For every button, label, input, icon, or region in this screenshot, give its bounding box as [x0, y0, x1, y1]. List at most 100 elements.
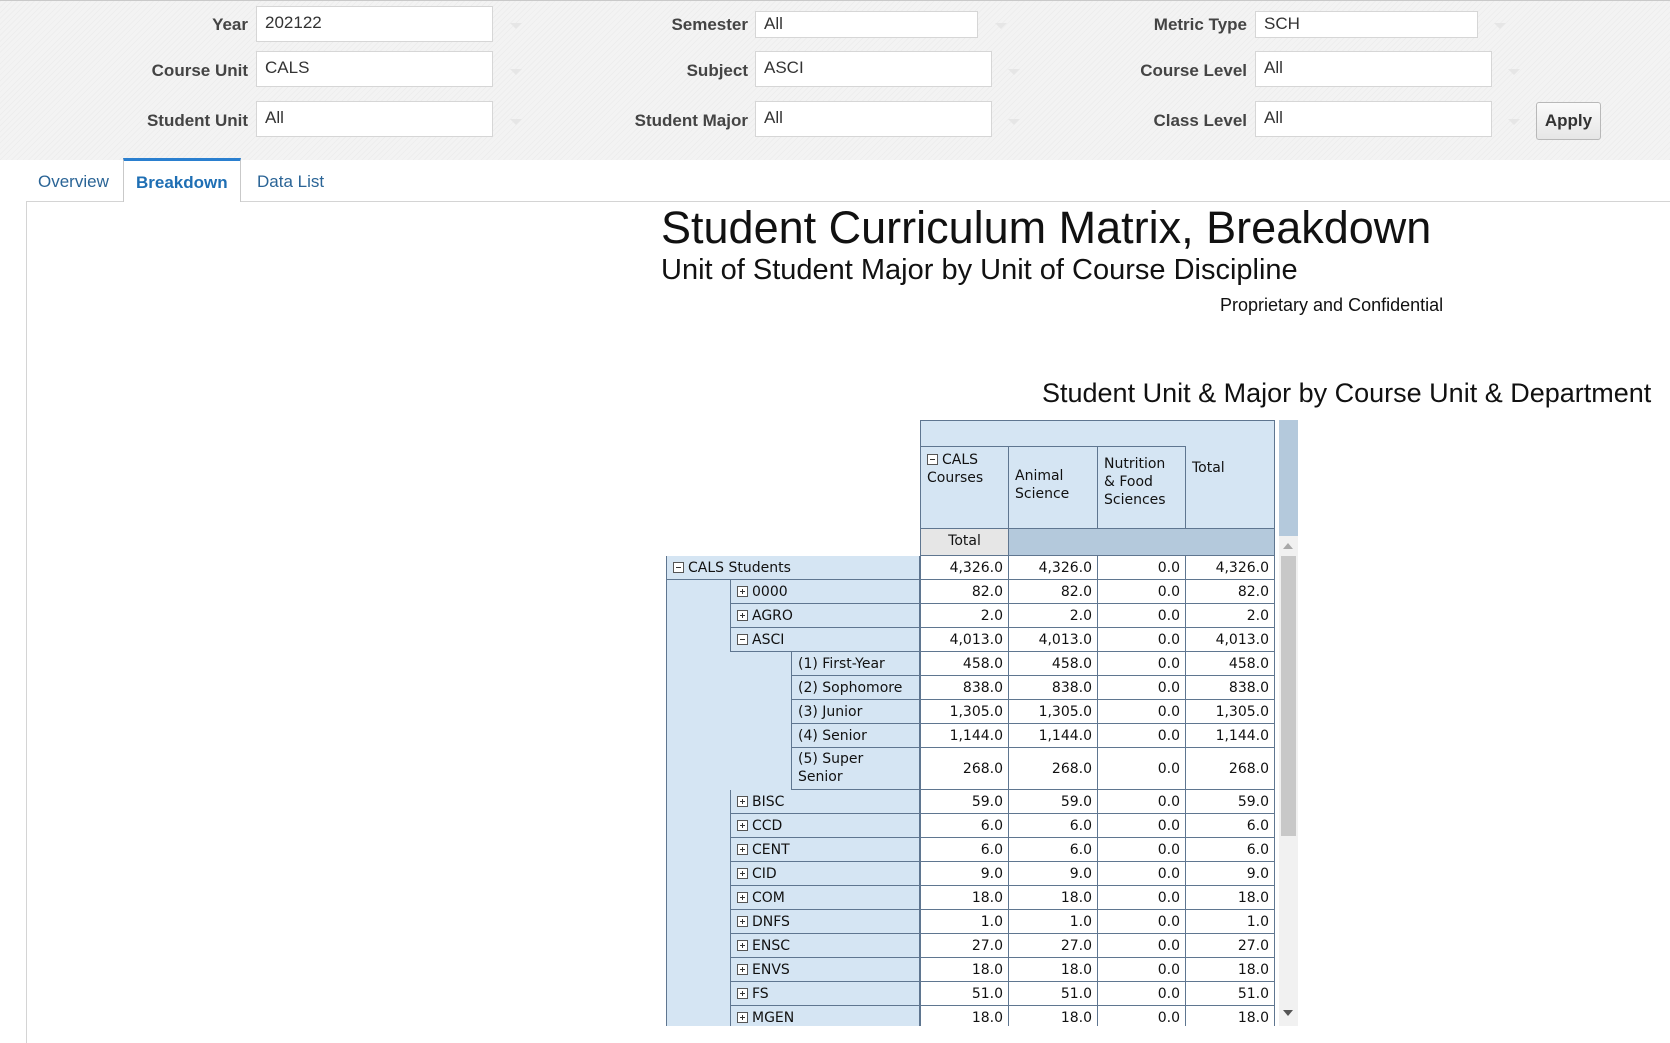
tab-breakdown[interactable]: Breakdown [123, 158, 241, 202]
row-indent [666, 580, 730, 604]
col-header-total: Total [1186, 420, 1275, 529]
year-label: Year [212, 15, 248, 34]
metric-type-label: Metric Type [1153, 15, 1247, 34]
row-label-text: (5) Super Senior [798, 751, 864, 785]
pivot-cell: 0.0 [1098, 814, 1186, 838]
pivot-row-label[interactable]: DNFS [730, 910, 920, 934]
pivot-cell: 4,326.0 [920, 556, 1009, 580]
row-label-text: MGEN [752, 1010, 795, 1026]
pivot-cell: 18.0 [1009, 1006, 1098, 1026]
course-unit-dropdown-icon[interactable] [510, 69, 522, 75]
class-level-field[interactable]: All [1255, 101, 1492, 137]
scroll-up-icon[interactable] [1283, 543, 1293, 549]
pivot-row-label[interactable]: ENSC [730, 934, 920, 958]
student-unit-dropdown-icon[interactable] [510, 119, 522, 125]
pivot-cell: 1,144.0 [920, 724, 1009, 748]
pivot-row-label[interactable]: FS [730, 982, 920, 1006]
expand-icon[interactable] [737, 844, 748, 855]
row-label-text: FS [752, 986, 769, 1002]
expand-icon[interactable] [737, 610, 748, 621]
pivot-cell: 59.0 [920, 790, 1009, 814]
expand-icon[interactable] [737, 988, 748, 999]
year-field[interactable]: 202122 [256, 6, 493, 42]
pivot-row-label: (1) First-Year [791, 652, 920, 676]
scroll-down-icon[interactable] [1283, 1010, 1293, 1016]
student-major-field[interactable]: All [755, 101, 992, 137]
pivot-cell: 0.0 [1098, 748, 1186, 790]
class-level-dropdown-icon[interactable] [1508, 119, 1520, 125]
collapse-icon[interactable] [927, 454, 938, 465]
pivot-cell: 6.0 [920, 814, 1009, 838]
pivot-cell: 18.0 [1186, 1006, 1275, 1026]
expand-icon[interactable] [737, 820, 748, 831]
pivot-cell: 0.0 [1098, 958, 1186, 982]
expand-icon[interactable] [737, 796, 748, 807]
apply-button[interactable]: Apply [1536, 102, 1601, 140]
pivot-cell: 59.0 [1009, 790, 1098, 814]
pivot-cell: 1,305.0 [1009, 700, 1098, 724]
scrollbar-thumb[interactable] [1281, 556, 1296, 836]
expand-icon[interactable] [737, 964, 748, 975]
pivot-cell: 1,305.0 [920, 700, 1009, 724]
row-label-text: DNFS [752, 914, 790, 930]
pivot-cell: 458.0 [1186, 652, 1275, 676]
row-indent [666, 790, 730, 814]
pivot-cell: 0.0 [1098, 790, 1186, 814]
collapse-icon[interactable] [737, 634, 748, 645]
student-major-label: Student Major [634, 111, 748, 130]
subject-dropdown-icon[interactable] [1008, 69, 1020, 75]
pivot-row-label[interactable]: MGEN [730, 1006, 920, 1026]
pivot-row-label[interactable]: ENVS [730, 958, 920, 982]
pivot-row-label[interactable]: CID [730, 862, 920, 886]
pivot-cell: 6.0 [920, 838, 1009, 862]
expand-icon[interactable] [737, 916, 748, 927]
pivot-cell: 4,013.0 [1186, 628, 1275, 652]
pivot-cell: 0.0 [1098, 982, 1186, 1006]
row-label-text: AGRO [752, 608, 793, 624]
pivot-cell: 2.0 [1186, 604, 1275, 628]
expand-icon[interactable] [737, 586, 748, 597]
pivot-row-label[interactable]: CALS Students [666, 556, 920, 580]
col-group-header[interactable]: CALS Courses [920, 447, 1009, 529]
subject-field[interactable]: ASCI [755, 51, 992, 87]
row-label-text: 0000 [752, 584, 788, 600]
course-unit-field[interactable]: CALS [256, 51, 493, 87]
pivot-cell: 51.0 [1009, 982, 1098, 1006]
row-indent [666, 748, 791, 790]
semester-label: Semester [671, 15, 748, 34]
year-dropdown-icon[interactable] [510, 23, 522, 29]
pivot-cell: 268.0 [1186, 748, 1275, 790]
semester-field[interactable]: All [755, 11, 978, 38]
tab-overview[interactable]: Overview [26, 158, 121, 202]
pivot-row-label[interactable]: 0000 [730, 580, 920, 604]
expand-icon[interactable] [737, 892, 748, 903]
collapse-icon[interactable] [673, 562, 684, 573]
student-unit-field[interactable]: All [256, 101, 493, 137]
row-label-text: ASCI [752, 632, 785, 648]
pivot-cell: 268.0 [1009, 748, 1098, 790]
metric-type-dropdown-icon[interactable] [1494, 23, 1506, 29]
row-indent [666, 982, 730, 1006]
expand-icon[interactable] [737, 1012, 748, 1023]
pivot-row-label[interactable]: AGRO [730, 604, 920, 628]
row-indent [666, 700, 791, 724]
pivot-row-label[interactable]: ASCI [730, 628, 920, 652]
tab-data-list[interactable]: Data List [245, 158, 336, 202]
course-level-field[interactable]: All [1255, 51, 1492, 87]
pivot-cell: 6.0 [1009, 838, 1098, 862]
course-level-dropdown-icon[interactable] [1508, 69, 1520, 75]
row-indent [666, 814, 730, 838]
pivot-row-label: (3) Junior [791, 700, 920, 724]
student-major-dropdown-icon[interactable] [1008, 119, 1020, 125]
semester-dropdown-icon[interactable] [995, 23, 1007, 29]
pivot-cell: 27.0 [1009, 934, 1098, 958]
pivot-row-label[interactable]: BISC [730, 790, 920, 814]
row-label-text: CID [752, 866, 777, 882]
pivot-cell: 27.0 [920, 934, 1009, 958]
expand-icon[interactable] [737, 868, 748, 879]
pivot-row-label[interactable]: COM [730, 886, 920, 910]
pivot-row-label[interactable]: CCD [730, 814, 920, 838]
pivot-row-label[interactable]: CENT [730, 838, 920, 862]
metric-type-field[interactable]: SCH [1255, 11, 1478, 38]
expand-icon[interactable] [737, 940, 748, 951]
